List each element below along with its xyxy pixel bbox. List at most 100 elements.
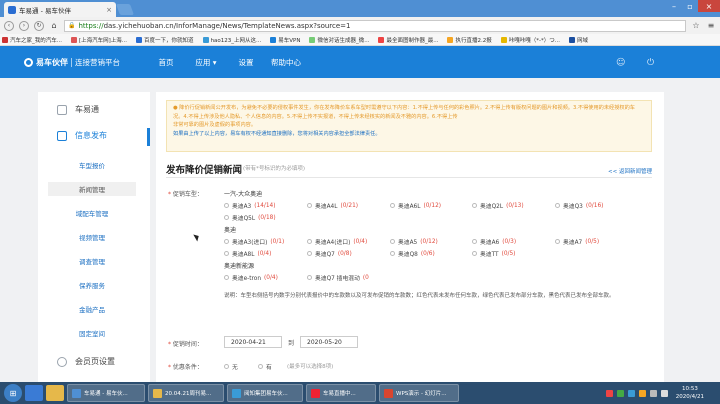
sidebar-item-survey-manage[interactable]: 调查管理 [48,254,136,268]
radio-circle[interactable] [224,203,229,208]
radio-circle[interactable] [258,364,263,369]
bookmark-star-icon[interactable]: ☆ [691,21,701,31]
network-icon[interactable] [649,389,657,397]
address-bar[interactable]: 🔒 https://das.yichehuoban.cn/InforManage… [64,19,686,32]
radio-circle[interactable] [307,251,312,256]
back-to-news-link[interactable]: << 返回新闻管理 [608,167,652,175]
taskbar-task[interactable]: 车易通 - 易车伙... [67,384,145,402]
model-radio[interactable]: 奥迪TT (0/5) [472,249,515,258]
model-radio[interactable]: 奥迪Q2L (0/13) [472,201,524,210]
taskbar-task[interactable]: 车易直播中... [306,384,376,402]
nav-apps[interactable]: 应用 ▾ [186,57,226,68]
clock[interactable]: 10:53 2020/4/21 [676,385,704,401]
model-radio[interactable]: 奥迪A5 (0/12) [390,237,438,246]
radio-circle[interactable] [307,275,312,280]
offer-radio-yes[interactable]: 有 [258,362,272,371]
model-radio[interactable]: 奥迪A3 (14/14) [224,201,275,210]
bookmark-item[interactable]: [上海汽车网]上海... [71,36,127,44]
offer-radio-none[interactable]: 无 [224,362,238,371]
taskbar-task[interactable]: WPS演示 - 幻灯片... [379,384,459,402]
tray-icon[interactable] [638,389,646,397]
model-radio[interactable]: 奥迪Q7 (0/8) [307,249,352,258]
back-icon[interactable]: ‹ [4,20,14,31]
browser-tab-active[interactable]: 车易通 - 易车伙伴 × [4,2,116,17]
radio-circle[interactable] [472,203,477,208]
windows-taskbar: ⊞ 车易通 - 易车伙... 20.04.21周刊易... 阅知集团易车伙...… [0,382,720,404]
radio-circle[interactable] [390,203,395,208]
model-radio[interactable]: 奥迪A6 (0/3) [472,237,516,246]
tray-icon[interactable] [627,389,635,397]
radio-circle[interactable] [555,239,560,244]
minimize-icon[interactable]: – [666,0,682,12]
sidebar-item-config-manage[interactable]: 域配车管理 [48,206,136,220]
volume-icon[interactable] [660,389,668,397]
radio-circle[interactable] [390,251,395,256]
bookmark-item[interactable]: 咔嘎咔嘎（*-*）つ... [500,36,560,44]
model-radio[interactable]: 奥迪A4L (0/21) [307,201,358,210]
forward-icon[interactable]: › [19,20,29,31]
menu-icon[interactable]: ≡ [706,21,716,31]
radio-circle[interactable] [307,239,312,244]
model-radio[interactable]: 奥迪A6L (0/12) [390,201,441,210]
sidebar-item-maintenance[interactable]: 保养服务 [48,278,136,292]
sidebar-item-model-quote[interactable]: 车型报价 [48,158,136,172]
sidebar-item-finance[interactable]: 金融产品 [48,302,136,316]
model-radio[interactable]: 奥迪A4(进口) (0/4) [307,237,367,246]
bookmark-item[interactable]: hao123_上网从这... [202,36,261,44]
active-section-indicator [147,128,150,146]
new-tab-button[interactable] [115,4,135,15]
sidebar-section-cheyitong[interactable]: 车易通 [38,104,150,115]
model-radio[interactable]: 奥迪Q7 插电混动 (0 [307,273,369,282]
model-radio[interactable]: 奥迪A3(进口) (0/1) [224,237,284,246]
taskbar-task[interactable]: 阅知集团易车伙... [227,384,303,402]
bookmark-item[interactable]: 汽车之家_我的汽车... [2,36,62,44]
radio-circle[interactable] [224,239,229,244]
close-window-icon[interactable]: × [698,0,720,12]
tray-icon[interactable] [605,389,613,397]
site-logo[interactable]: 易车伙伴 连接营销平台 [24,57,120,68]
radio-circle[interactable] [555,203,560,208]
radio-circle[interactable] [472,239,477,244]
radio-circle[interactable] [307,203,312,208]
sidebar-item-fixed-room[interactable]: 固定室间 [48,326,136,340]
close-tab-icon[interactable]: × [106,6,112,14]
start-button[interactable]: ⊞ [4,384,22,402]
model-radio[interactable]: 奥迪e-tron (0/4) [224,273,278,282]
model-radio[interactable]: 奥迪Q5L (0/18) [224,213,276,222]
maximize-icon[interactable]: ▫ [682,0,698,12]
sidebar-section-member-page[interactable]: 会员页设置 [38,356,150,367]
bookmark-item[interactable]: 百度一下，你就知道 [136,36,194,44]
model-radio[interactable]: 奥迪A7 (0/5) [555,237,599,246]
sidebar-item-video-manage[interactable]: 视频管理 [48,230,136,244]
reload-icon[interactable]: ↻ [34,20,44,31]
bookmark-item[interactable]: 最全面图制作器_最... [378,36,438,44]
model-radio[interactable]: 奥迪Q3 (0/16) [555,201,603,210]
model-radio[interactable]: 奥迪A8L (0/4) [224,249,271,258]
sidebar-item-news-manage[interactable]: 新闻管理 [48,182,136,196]
user-icon[interactable]: ☺ [616,58,625,68]
radio-circle[interactable] [224,364,229,369]
radio-circle[interactable] [472,251,477,256]
start-date-input[interactable]: 2020-04-21 [224,336,282,348]
radio-circle[interactable] [224,275,229,280]
bookmark-item[interactable]: 微信对话生成器_微... [309,36,369,44]
power-icon[interactable]: ⏻ [647,58,654,68]
taskbar-task[interactable]: 20.04.21周刊易... [148,384,224,402]
radio-circle[interactable] [390,239,395,244]
radio-circle[interactable] [224,251,229,256]
nav-home[interactable]: 首页 [146,57,186,68]
nav-settings[interactable]: 设置 [226,57,266,68]
home-icon[interactable]: ⌂ [49,21,59,31]
ie-icon[interactable] [25,385,43,401]
sidebar-section-info-publish[interactable]: 信息发布 [38,130,150,141]
tray-icon[interactable] [616,389,624,397]
nav-help[interactable]: 帮助中心 [266,57,306,68]
bookmark-favicon-icon [378,36,385,43]
bookmark-item[interactable]: 执行直播2.2报 [447,36,492,44]
bookmark-item[interactable]: 易车VPN [270,36,300,44]
bookmark-item[interactable]: 网域 [568,36,588,44]
radio-circle[interactable] [224,215,229,220]
model-radio[interactable]: 奥迪Q8 (0/6) [390,249,435,258]
end-date-input[interactable]: 2020-05-20 [300,336,358,348]
folder-icon[interactable] [46,385,64,401]
